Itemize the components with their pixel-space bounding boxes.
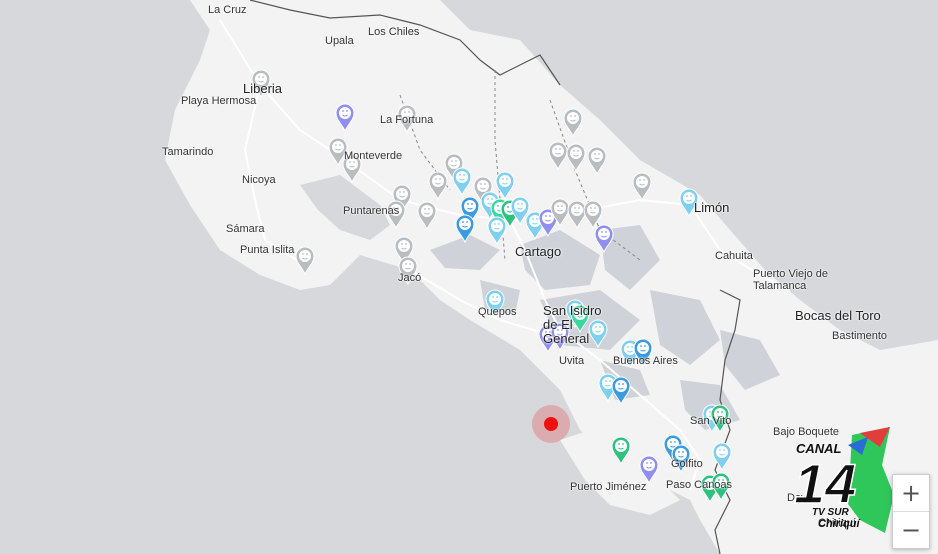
place-puerto-jimenez: Puerto Jiménez xyxy=(570,481,647,493)
place-jaco: Jacó xyxy=(398,272,422,284)
place-paso-canoas: Paso Canoas xyxy=(666,479,733,491)
map-view[interactable]: La Cruz Upala Los Chiles Liberia Playa H… xyxy=(0,0,938,554)
place-liberia: Liberia xyxy=(243,81,283,96)
logo-line2: Chiriquí xyxy=(818,518,861,530)
place-monteverde: Monteverde xyxy=(344,150,403,162)
place-playa-hermosa: Playa Hermosa xyxy=(181,95,257,107)
place-la-fortuna: La Fortuna xyxy=(380,114,434,126)
place-la-cruz: La Cruz xyxy=(208,4,247,16)
zoom-in-button[interactable]: + xyxy=(893,475,929,511)
place-buenos-aires: Buenos Aires xyxy=(613,355,678,367)
logo-number: 14 xyxy=(794,452,856,515)
place-cahuita: Cahuita xyxy=(715,250,753,262)
zoom-out-button[interactable]: − xyxy=(893,511,929,548)
epicenter[interactable] xyxy=(532,405,570,443)
place-limon: Limón xyxy=(694,200,730,215)
place-nicoya: Nicoya xyxy=(242,174,276,186)
place-bastimento: Bastimento xyxy=(832,330,888,342)
logo-line1: TV SUR xyxy=(812,507,849,518)
place-puntarenas: Puntarenas xyxy=(343,205,400,217)
place-upala: Upala xyxy=(325,35,354,47)
place-bocas-del-toro: Bocas del Toro xyxy=(795,308,881,323)
place-cartago: Cartago xyxy=(515,244,562,259)
place-puerto-viejo: Puerto Viejo de Talamanca xyxy=(753,268,829,292)
zoom-control: + − xyxy=(892,474,930,549)
place-uvita: Uvita xyxy=(559,355,585,367)
place-tamarindo: Tamarindo xyxy=(162,146,214,158)
place-quepos: Quepos xyxy=(478,306,517,318)
place-punta-islita: Punta Islita xyxy=(240,244,295,256)
place-golfito: Golfito xyxy=(671,458,703,470)
canal-14-logo: CANAL 14 TV SUR Chiriquí xyxy=(793,427,894,533)
place-san-vito: San Vito xyxy=(690,415,732,427)
place-los-chiles: Los Chiles xyxy=(368,26,420,38)
place-san-isidro: San Isidro de El General xyxy=(543,303,602,346)
place-samara: Sámara xyxy=(226,223,265,235)
